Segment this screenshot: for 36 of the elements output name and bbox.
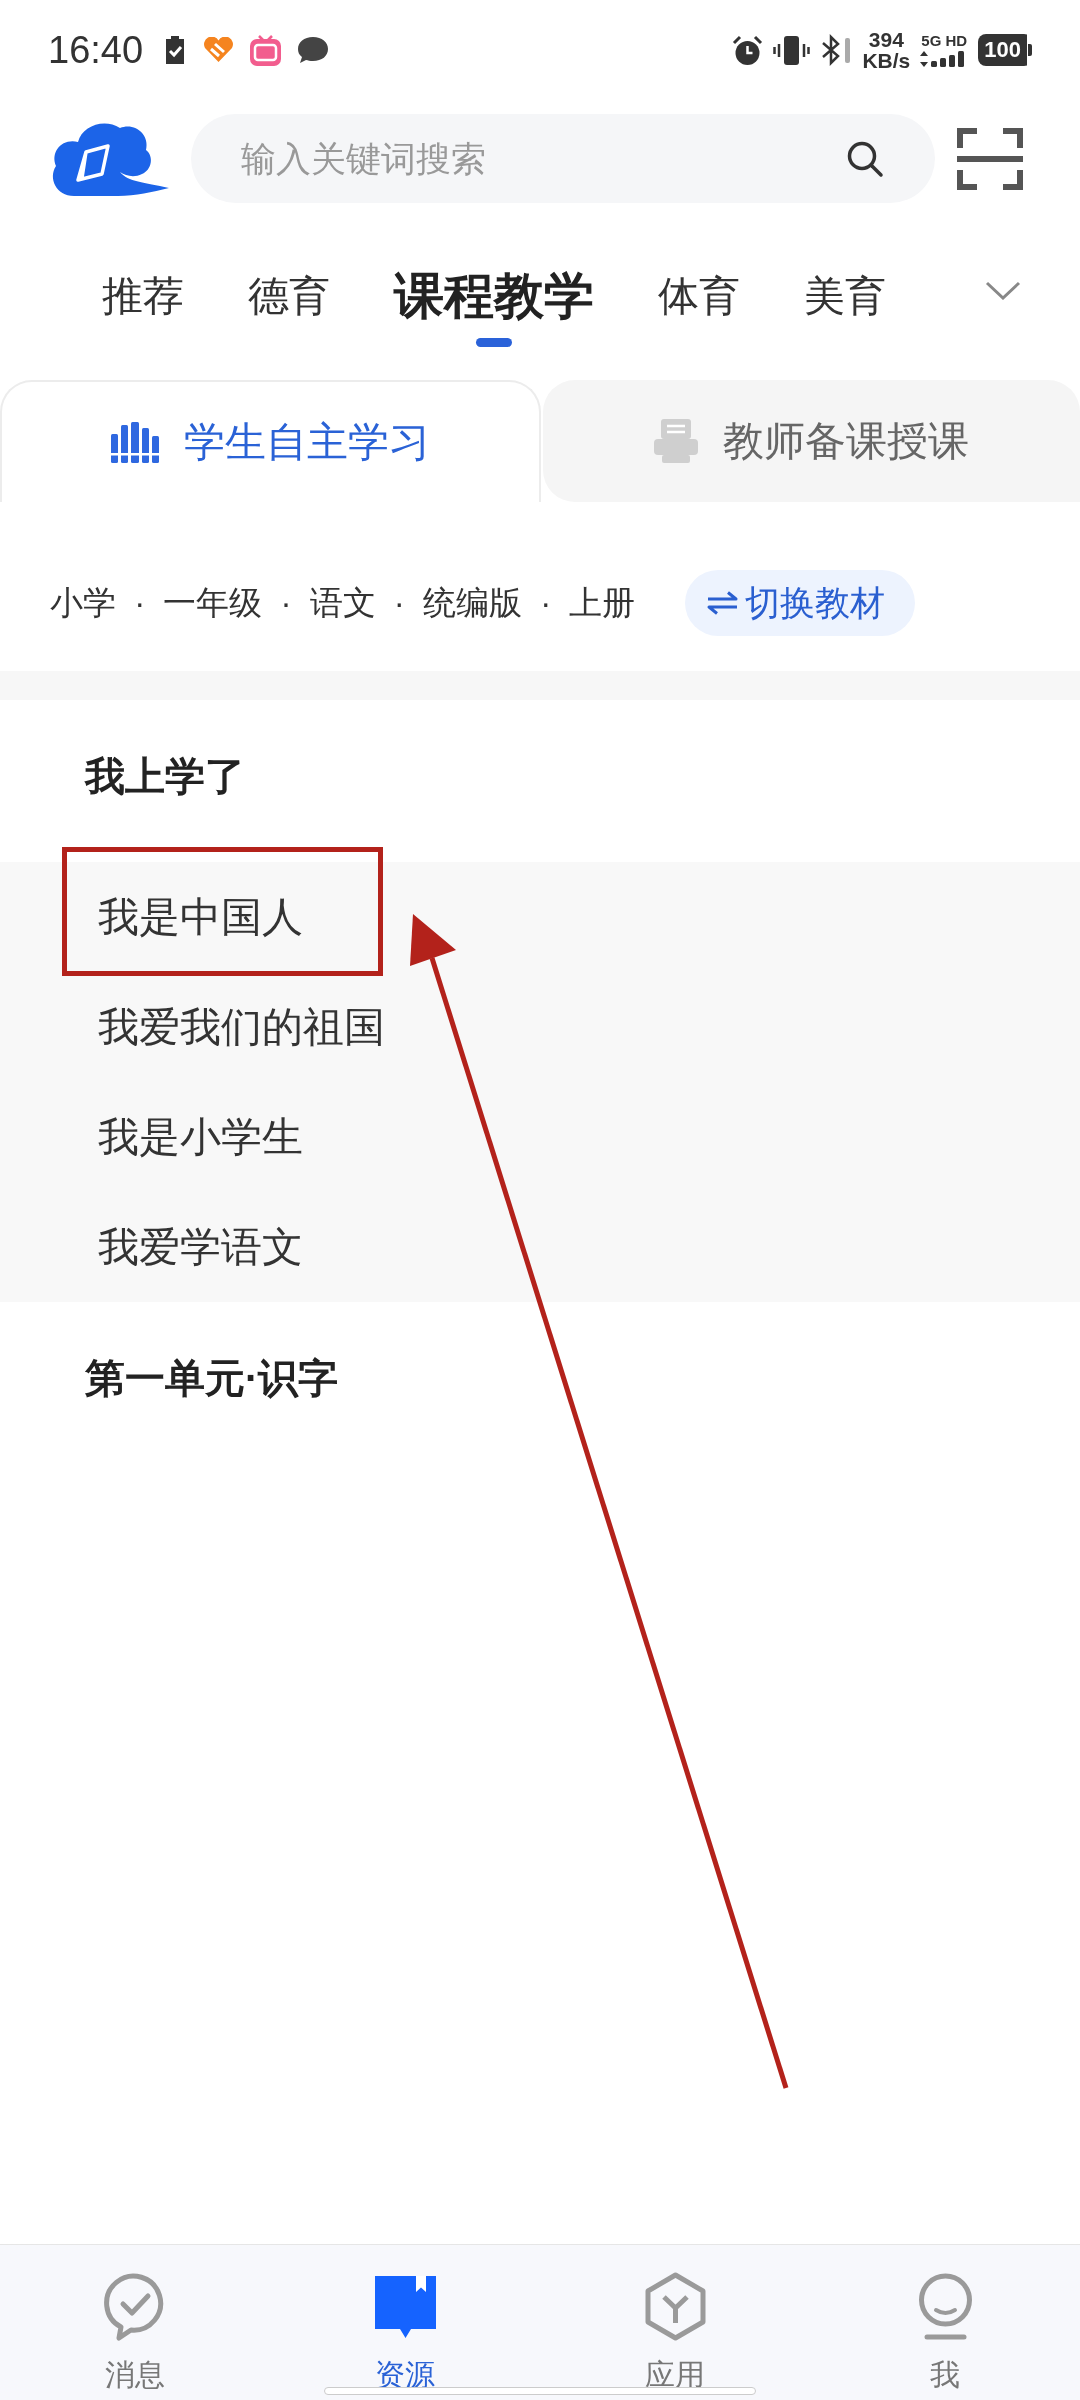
search-icon[interactable]: [846, 140, 884, 178]
search-field[interactable]: 输入关键词搜索: [191, 114, 935, 203]
bluetooth-icon: [820, 34, 853, 66]
lesson-title[interactable]: 我爱学语文: [98, 1221, 303, 1273]
books-icon: [111, 421, 159, 463]
lesson-title[interactable]: 我是中国人: [98, 891, 303, 943]
printer-icon: [654, 419, 698, 463]
vibrate-icon: [773, 34, 811, 66]
chat-bubble-icon: [297, 36, 330, 64]
nav-item[interactable]: 我: [810, 2245, 1080, 2400]
network-speed-unit: KB/s: [862, 50, 911, 71]
category-tab[interactable]: 推荐: [102, 268, 184, 347]
category-tab[interactable]: 德育: [248, 268, 330, 347]
category-tab[interactable]: 体育: [658, 268, 740, 347]
chevron-down-icon[interactable]: [985, 281, 1021, 300]
battery-indicator: 100: [978, 34, 1032, 66]
nav-item[interactable]: 资源: [270, 2245, 540, 2400]
lesson-title[interactable]: 我爱我们的祖国: [98, 1001, 385, 1053]
tv-app-icon: [250, 34, 282, 66]
heart-app-icon: [203, 37, 235, 63]
network-speed: 394: [868, 29, 904, 50]
mode-tab[interactable]: 学生自主学习: [0, 380, 541, 502]
scan-icon[interactable]: [957, 127, 1023, 190]
unit-title[interactable]: 我上学了: [85, 754, 245, 798]
nav-item[interactable]: 应用: [540, 2245, 810, 2400]
textbook-path: 小学 · 一年级 · 语文 · 统编版 · 上册: [50, 583, 636, 623]
mode-tab[interactable]: 教师备课授课: [543, 380, 1080, 502]
lesson-title[interactable]: 我是小学生: [98, 1111, 303, 1163]
switch-textbook-button[interactable]: 切换教材: [685, 570, 916, 636]
network-type: 5G HD: [921, 33, 968, 49]
unit-title[interactable]: 第一单元·识字: [85, 1356, 339, 1400]
alarm-clock-icon: [732, 34, 764, 66]
category-tab[interactable]: 美育: [804, 268, 886, 347]
nav-item[interactable]: 消息: [0, 2245, 270, 2400]
status-time: 16:40: [48, 28, 144, 72]
category-tab[interactable]: 课程教学: [394, 268, 594, 347]
